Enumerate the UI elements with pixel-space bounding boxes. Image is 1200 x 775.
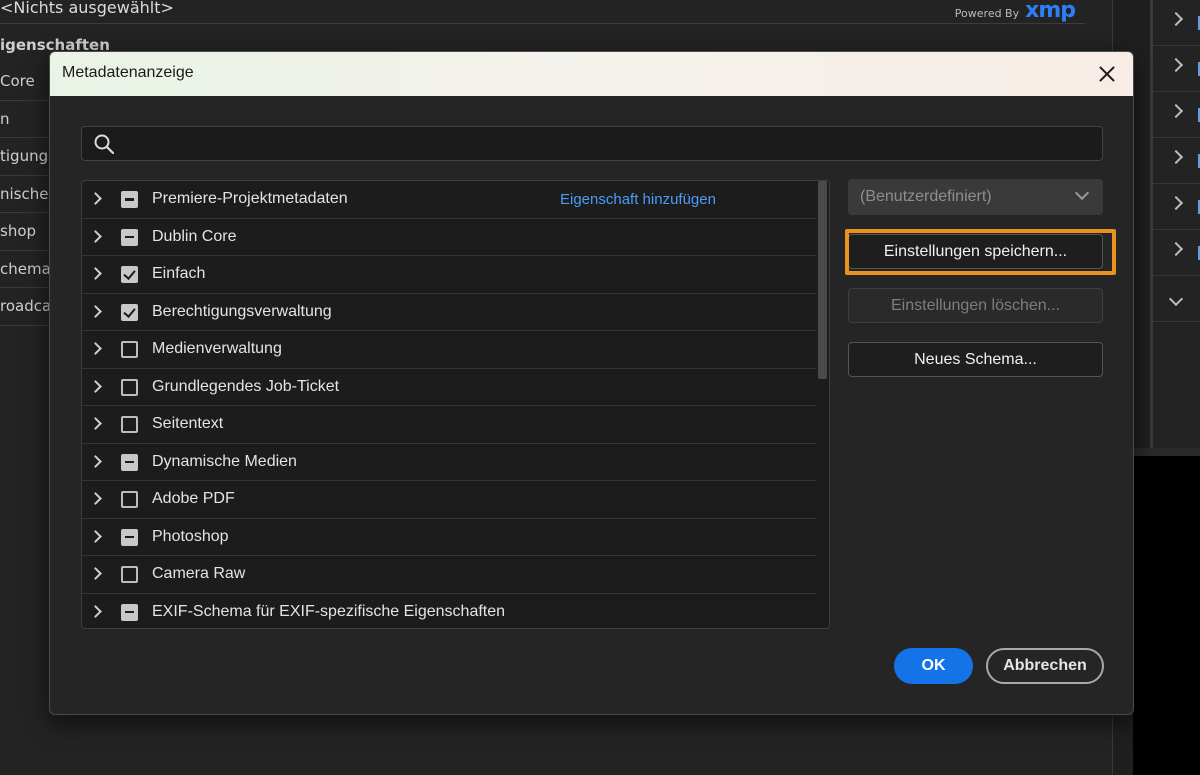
schema-checkbox[interactable] [121,453,138,471]
background-list-item: Core [0,63,50,101]
dialog-title: Metadatenanzeige [62,64,194,81]
tree-row[interactable]: Dublin Core [82,219,816,256]
background-right-row [1153,92,1200,138]
chevron-right-icon[interactable] [89,604,102,618]
schema-label: Berechtigungsverwaltung [152,302,332,320]
metadata-display-dialog: Metadatenanzeige Premiere-Projektmetadat… [49,51,1134,715]
tree-row[interactable]: Adobe PDF [82,481,816,519]
powered-by-label: Powered By [954,7,1020,20]
chevron-right-icon[interactable] [89,492,102,505]
xmp-branding: Powered By xmp [954,0,1076,23]
schema-checkbox[interactable] [121,603,138,621]
schema-checkbox[interactable] [121,266,138,283]
tree-row[interactable]: EXIF-Schema für EXIF-spezifische Eigensc… [82,594,816,629]
background-right-row [1153,0,1200,46]
schema-label: Photoshop [152,527,229,545]
search-input[interactable] [126,131,1086,157]
background-list-item: tigung [0,138,50,176]
tree-row[interactable]: Berechtigungsverwaltung [82,294,816,331]
cancel-button[interactable]: Abbrechen [986,648,1104,684]
schema-label: Grundlegendes Job-Ticket [152,377,340,395]
chevron-right-icon[interactable] [89,529,102,543]
schema-label: Camera Raw [152,565,246,582]
schema-checkbox[interactable] [121,566,138,583]
chevron-right-icon [1168,241,1184,257]
schema-checkbox[interactable] [121,228,138,246]
tree-row[interactable]: Photoshop [82,519,816,556]
background-list-item: roadca [0,288,50,326]
ok-button[interactable]: OK [894,648,973,684]
tree-row[interactable]: Einfach [82,256,816,294]
schema-tree: Premiere-Projektmetadaten Eigenschaft hin… [81,180,830,629]
chevron-down-icon [1074,185,1090,201]
highlight-frame [845,229,1116,275]
chevron-right-icon [1168,11,1184,27]
schema-label: Dublin Core [152,227,237,245]
tree-row[interactable]: Dynamische Medien [82,444,816,481]
chevron-right-icon[interactable] [89,304,102,318]
schema-label: Premiere-Projektmetadaten [152,190,348,207]
new-schema-button[interactable]: Neues Schema... [848,342,1103,377]
background-preview [1133,456,1200,775]
background-right-row [1153,46,1200,92]
background-right-panel [1150,0,1200,448]
chevron-right-icon[interactable] [89,192,102,205]
background-right-row [1153,230,1200,276]
tree-row[interactable]: Medienverwaltung [82,331,816,369]
background-right-row [1153,138,1200,184]
chevron-right-icon[interactable] [89,379,102,393]
chevron-right-icon [1168,149,1184,165]
delete-settings-button[interactable]: Einstellungen löschen... [848,288,1103,323]
background-list-item: n [0,101,50,138]
background-right-row [1153,184,1200,230]
chevron-down-icon [1168,291,1184,307]
selection-label: <Nichts ausgewählt> [0,0,174,17]
tree-row[interactable]: Grundlegendes Job-Ticket [82,369,816,406]
search-icon [94,134,114,154]
tree-row[interactable]: Seitentext [82,406,816,444]
tree-row[interactable]: Camera Raw [82,556,816,594]
background-header: <Nichts ausgewählt> Powered By xmp [0,0,1085,24]
chevron-right-icon[interactable] [89,454,102,468]
background-schema-list: Core n tigung nische M shop chema roadca [0,63,50,326]
schema-label: Medienverwaltung [152,340,282,357]
schema-label: Einfach [152,265,206,282]
schema-label: EXIF-Schema für EXIF-spezifische Eigensc… [152,602,506,620]
add-property-link[interactable]: Eigenschaft hinzufügen [560,191,716,208]
scrollbar-thumb[interactable] [818,181,827,379]
schema-label: Adobe PDF [152,490,235,507]
tree-row[interactable]: Premiere-Projektmetadaten Eigenschaft hin… [82,181,816,219]
schema-checkbox[interactable] [121,491,138,508]
background-divider [1133,448,1200,456]
chevron-right-icon[interactable] [89,342,102,355]
schema-checkbox[interactable] [121,416,138,433]
dialog-titlebar: Metadatenanzeige [50,52,1133,96]
preset-select-value: (Benutzerdefiniert) [860,188,992,205]
xmp-logo: xmp [1025,0,1076,23]
chevron-right-icon[interactable] [89,567,102,580]
background-list-item: shop [0,213,50,251]
chevron-right-icon [1168,195,1184,211]
schema-checkbox[interactable] [121,341,138,358]
background-list-item: nische M [0,176,50,213]
chevron-right-icon [1168,57,1184,73]
schema-checkbox[interactable] [121,528,138,546]
schema-checkbox[interactable] [121,303,138,321]
schema-checkbox[interactable] [121,191,138,208]
schema-label: Dynamische Medien [152,452,297,470]
chevron-right-icon [1168,103,1184,119]
preset-select[interactable]: (Benutzerdefiniert) [848,179,1103,215]
schema-checkbox[interactable] [121,378,138,396]
background-right-row [1153,276,1200,322]
chevron-right-icon[interactable] [89,229,102,243]
close-icon[interactable] [1095,62,1119,86]
chevron-right-icon[interactable] [89,267,102,280]
scrollbar[interactable] [818,181,827,628]
chevron-right-icon[interactable] [89,417,102,430]
schema-label: Seitentext [152,415,224,432]
background-list-item: chema [0,251,50,288]
search-field[interactable] [81,126,1103,161]
